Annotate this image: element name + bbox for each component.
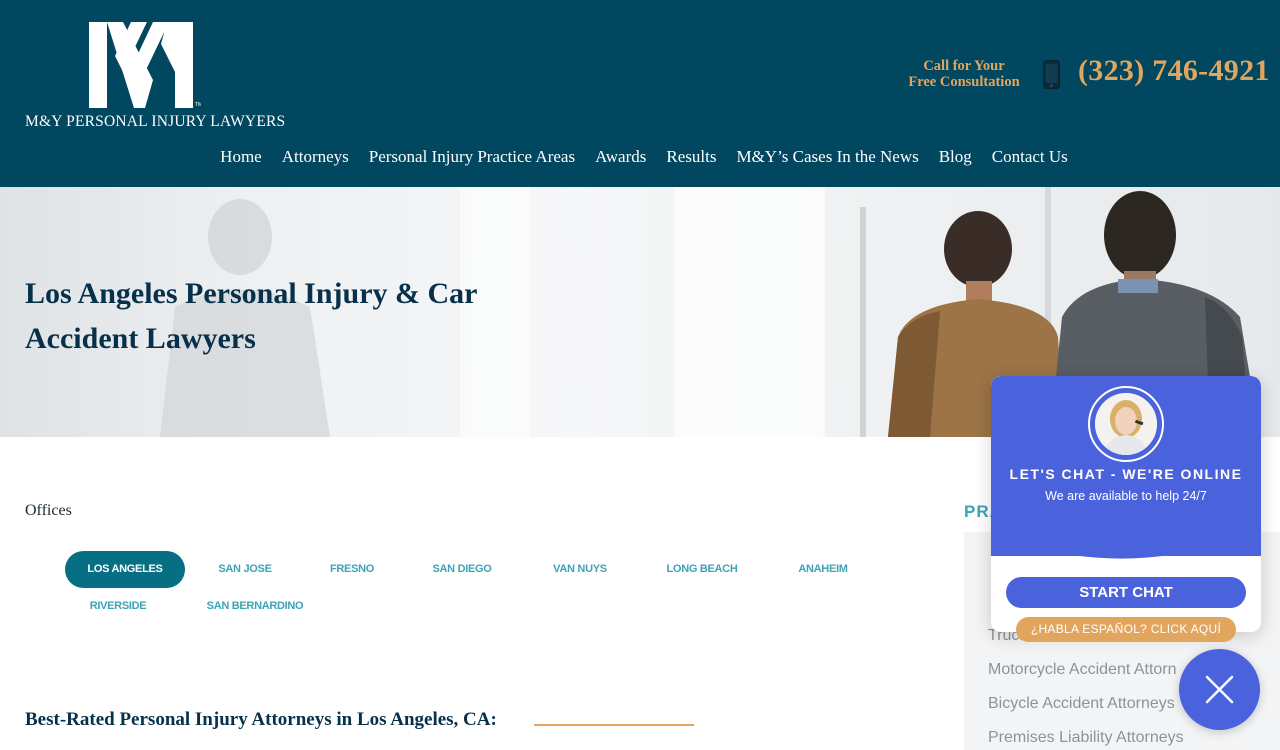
sidebar-item-motorcycle[interactable]: Motorcycle Accident Attorn [988, 661, 1177, 679]
nav-results[interactable]: Results [656, 147, 726, 167]
nav-contact-us[interactable]: Contact Us [982, 147, 1078, 167]
sidebar-item-premises[interactable]: Premises Liability Attorneys [988, 729, 1184, 747]
call-label: Call for Your Free Consultation [895, 58, 1033, 90]
title-underline [534, 724, 694, 726]
office-tab-riverside[interactable]: RIVERSIDE [68, 588, 168, 625]
agent-avatar [1088, 386, 1164, 462]
nav-home[interactable]: Home [210, 147, 272, 167]
site-header: TM M&Y PERSONAL INJURY LAWYERS Call for … [0, 0, 1280, 187]
office-tab-san-jose[interactable]: SAN JOSE [195, 551, 295, 588]
office-tab-van-nuys[interactable]: VAN NUYS [530, 551, 630, 588]
hero-title: Los Angeles Personal Injury & Car Accide… [25, 277, 477, 355]
chat-subtitle: We are available to help 24/7 [1045, 489, 1207, 503]
mobile-phone-icon [1043, 60, 1060, 89]
offices-label: Offices [25, 502, 72, 519]
office-tab-san-diego[interactable]: SAN DIEGO [412, 551, 512, 588]
logo-mark-icon: TM [89, 22, 201, 108]
agent-avatar-icon [1095, 393, 1157, 455]
office-tab-san-bernardino[interactable]: SAN BERNARDINO [195, 588, 315, 625]
office-tab-fresno[interactable]: FRESNO [302, 551, 402, 588]
call-label-line2: Free Consultation [908, 74, 1020, 90]
main-nav: Home Attorneys Personal Injury Practice … [0, 147, 1280, 167]
chat-widget: LET'S CHAT - WE'RE ONLINE We are availab… [991, 376, 1261, 632]
logo-text: M&Y PERSONAL INJURY LAWYERS [25, 113, 286, 130]
sidebar-item-bicycle[interactable]: Bicycle Accident Attorneys [988, 695, 1175, 713]
close-icon [1205, 675, 1234, 704]
close-chat-button[interactable] [1179, 649, 1260, 730]
office-tab-long-beach[interactable]: LONG BEACH [652, 551, 752, 588]
phone-number-link[interactable]: (323) 746-4921 [1078, 54, 1270, 88]
logo[interactable]: TM M&Y PERSONAL INJURY LAWYERS [25, 22, 286, 134]
start-chat-button[interactable]: START CHAT [1006, 577, 1246, 608]
nav-awards[interactable]: Awards [585, 147, 656, 167]
office-tab-los-angeles[interactable]: LOS ANGELES [65, 551, 185, 588]
section-title: Best-Rated Personal Injury Attorneys in … [25, 709, 497, 730]
office-tab-anaheim[interactable]: ANAHEIM [773, 551, 873, 588]
chat-header-curve [991, 516, 1261, 559]
call-label-line1: Call for Your [923, 58, 1005, 74]
nav-blog[interactable]: Blog [929, 147, 982, 167]
nav-attorneys[interactable]: Attorneys [272, 147, 359, 167]
nav-practice-areas[interactable]: Personal Injury Practice Areas [359, 147, 585, 167]
chat-title: LET'S CHAT - WE'RE ONLINE [1009, 466, 1243, 482]
nav-cases-in-news[interactable]: M&Y’s Cases In the News [726, 147, 928, 167]
svg-text:TM: TM [195, 102, 201, 108]
habla-espanol-button[interactable]: ¿HABLA ESPAÑOL? CLICK AQUÍ [1016, 617, 1236, 642]
